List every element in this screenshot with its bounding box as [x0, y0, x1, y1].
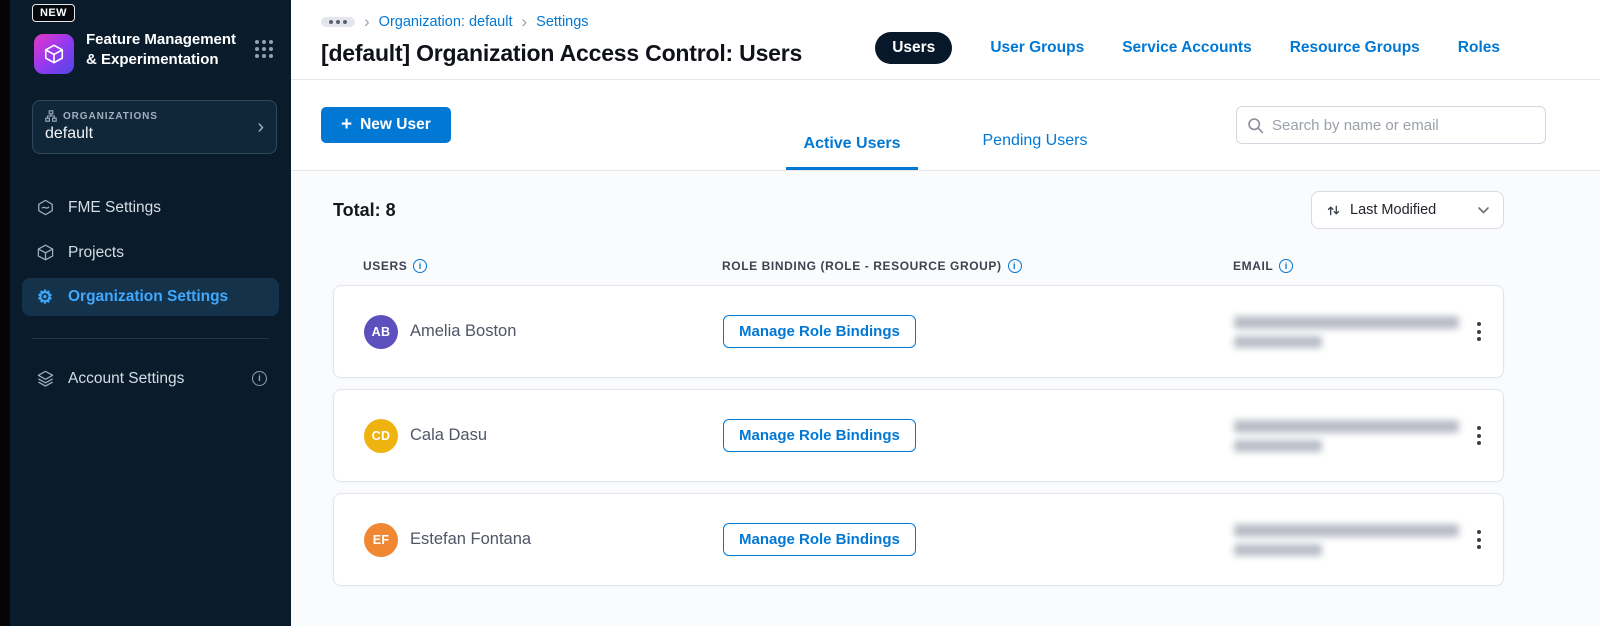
- app-switcher-icon[interactable]: [255, 40, 273, 58]
- sidebar-item-label: FME Settings: [68, 198, 162, 216]
- cube-icon: [34, 243, 56, 262]
- tab-roles[interactable]: Roles: [1458, 39, 1500, 57]
- app-title: Feature Management & Experimentation: [86, 31, 237, 69]
- new-badge: NEW: [32, 4, 75, 22]
- layers-icon: [34, 369, 56, 388]
- tab-pending-users[interactable]: Pending Users: [965, 132, 1106, 170]
- new-user-button-label: New User: [360, 116, 431, 133]
- user-name: Estefan Fontana: [410, 530, 532, 548]
- gear-icon: ⚙: [36, 287, 54, 307]
- info-icon[interactable]: i: [1007, 259, 1022, 273]
- table-header-row: USERS i ROLE BINDING (ROLE - RESOURCE GR…: [333, 259, 1504, 273]
- user-state-tabs: Active Users Pending Users: [785, 80, 1106, 170]
- org-selector-value: default: [45, 125, 94, 142]
- info-icon[interactable]: i: [413, 259, 428, 273]
- chevron-down-icon: [1478, 206, 1489, 213]
- breadcrumb-overflow-button[interactable]: [321, 17, 355, 27]
- avatar: AB: [364, 314, 398, 349]
- kebab-menu-icon[interactable]: [1471, 316, 1487, 347]
- sidebar-divider: [32, 338, 269, 339]
- kebab-menu-icon[interactable]: [1471, 420, 1487, 451]
- breadcrumb-link-settings[interactable]: Settings: [536, 14, 588, 30]
- email-redacted: [1234, 523, 1459, 556]
- new-user-button[interactable]: + New User: [321, 107, 451, 143]
- kebab-menu-icon[interactable]: [1471, 524, 1487, 555]
- sidebar-item-label: Organization Settings: [68, 288, 229, 305]
- manage-role-bindings-button[interactable]: Manage Role Bindings: [723, 523, 916, 556]
- main-area: › Organization: default › Settings [defa…: [291, 0, 1600, 626]
- org-selector-label: ORGANIZATIONS: [63, 110, 158, 122]
- sidebar-menu: FME Settings Projects ⚙ Organization Set…: [10, 188, 291, 316]
- search-input[interactable]: [1272, 116, 1535, 134]
- breadcrumb: › Organization: default › Settings: [321, 11, 802, 31]
- fme-logo-icon: [34, 198, 56, 217]
- info-icon[interactable]: i: [1279, 259, 1294, 273]
- organization-selector[interactable]: ORGANIZATIONS default ›: [32, 100, 277, 154]
- column-header-email: EMAIL i: [1233, 259, 1452, 273]
- search-icon: [1248, 117, 1264, 133]
- sort-arrows-icon: [1327, 205, 1340, 215]
- page-title: [default] Organization Access Control: U…: [321, 40, 803, 66]
- table-row: EF Estefan Fontana Manage Role Bindings: [333, 493, 1504, 586]
- toolbar: + New User Active Users Pending Users: [291, 80, 1600, 171]
- sort-dropdown-value: Last Modified: [1350, 202, 1437, 218]
- info-icon[interactable]: i: [252, 371, 267, 386]
- sidebar-item-account-settings[interactable]: Account Settings i: [22, 359, 279, 398]
- sidebar-item-organization-settings[interactable]: ⚙ Organization Settings: [22, 278, 279, 316]
- tab-user-groups[interactable]: User Groups: [990, 39, 1084, 57]
- manage-role-bindings-button[interactable]: Manage Role Bindings: [723, 419, 916, 452]
- tab-service-accounts[interactable]: Service Accounts: [1122, 39, 1252, 57]
- column-header-role-binding: ROLE BINDING (ROLE - RESOURCE GROUP) i: [722, 259, 1233, 273]
- breadcrumb-link-organization[interactable]: Organization: default: [379, 14, 513, 30]
- email-redacted: [1234, 315, 1459, 348]
- tab-resource-groups[interactable]: Resource Groups: [1290, 39, 1420, 57]
- chevron-right-icon: ›: [364, 11, 370, 31]
- window-edge: [0, 0, 10, 626]
- sort-dropdown[interactable]: Last Modified: [1311, 191, 1504, 229]
- sidebar-item-fme-settings[interactable]: FME Settings: [22, 188, 279, 227]
- tab-active-users[interactable]: Active Users: [785, 135, 919, 170]
- sidebar: NEW Feature Management & Experimentation…: [10, 0, 291, 626]
- email-redacted: [1234, 419, 1459, 452]
- app-logo: [34, 34, 74, 74]
- chevron-right-icon: ›: [257, 115, 264, 138]
- cube-logo-icon: [44, 44, 64, 64]
- table-row: AB Amelia Boston Manage Role Bindings: [333, 285, 1504, 378]
- table-row: CD Cala Dasu Manage Role Bindings: [333, 389, 1504, 482]
- plus-icon: +: [341, 114, 353, 135]
- sidebar-item-label: Projects: [68, 243, 124, 261]
- sidebar-item-projects[interactable]: Projects: [22, 233, 279, 272]
- tab-users[interactable]: Users: [875, 32, 953, 64]
- user-name: Cala Dasu: [410, 426, 488, 444]
- user-name: Amelia Boston: [410, 322, 517, 340]
- access-control-tabs: Users User Groups Service Accounts Resou…: [875, 32, 1500, 64]
- search-box: [1236, 106, 1546, 144]
- total-count: Total: 8: [333, 199, 396, 220]
- avatar: EF: [364, 522, 398, 557]
- org-hierarchy-icon: [45, 110, 57, 122]
- avatar: CD: [364, 418, 398, 453]
- column-header-users: USERS i: [363, 259, 722, 273]
- page-header: › Organization: default › Settings [defa…: [291, 0, 1600, 79]
- manage-role-bindings-button[interactable]: Manage Role Bindings: [723, 315, 916, 348]
- users-list-section: Total: 8 Last Modified USERS i ROLE BIND…: [291, 171, 1600, 626]
- sidebar-item-label: Account Settings: [68, 369, 185, 387]
- chevron-right-icon: ›: [521, 11, 528, 31]
